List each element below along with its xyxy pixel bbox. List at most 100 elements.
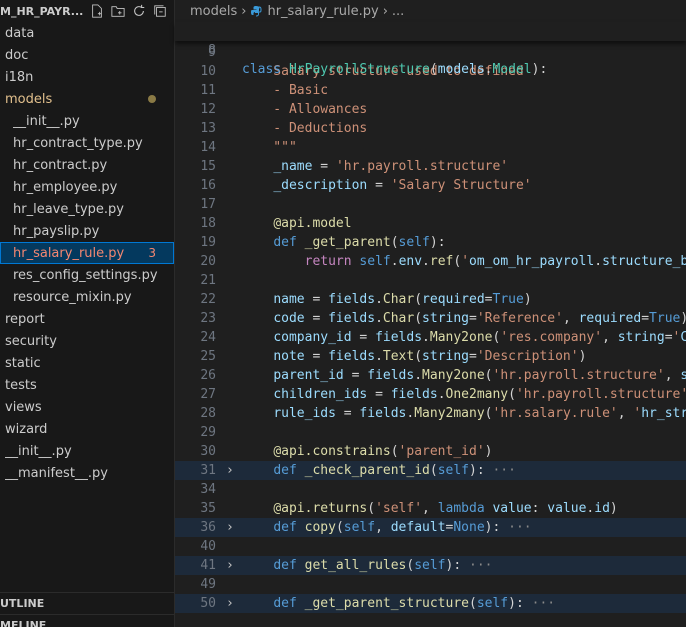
outline-section[interactable]: UTLINE (0, 592, 174, 614)
code-line[interactable]: 28 rule_ids = fields.Many2many('hr.salar… (175, 404, 686, 423)
new-file-icon[interactable] (88, 3, 105, 20)
line-number: 17 (200, 197, 216, 212)
code-line[interactable]: 35 @api.returns('self', lambda value: va… (175, 499, 686, 518)
code-line[interactable]: 41 › def get_all_rules(self): ··· (175, 556, 686, 575)
code-line[interactable]: 22 name = fields.Char(required=True) (175, 290, 686, 309)
collapse-all-icon[interactable] (151, 3, 168, 20)
code-line[interactable]: 26 parent_id = fields.Many2one('hr.payro… (175, 366, 686, 385)
tree-folder[interactable]: wizard (0, 418, 174, 440)
code-line[interactable]: 12 - Allowances (175, 100, 686, 119)
tree-folder[interactable]: data (0, 22, 174, 44)
timeline-section[interactable]: MELINE (0, 614, 174, 627)
tree-file[interactable]: hr_contract.py (0, 154, 174, 176)
code-text: - Deductions (242, 121, 368, 136)
line-number: 41 (200, 558, 216, 573)
breadcrumb-file[interactable]: hr_salary_rule.py (267, 4, 378, 19)
tree-file[interactable]: __init__.py (0, 110, 174, 132)
tree-folder[interactable]: i18n (0, 66, 174, 88)
explorer-title[interactable]: M_HR_PAYR... (0, 5, 88, 18)
folded-ellipsis[interactable]: ··· (485, 463, 516, 478)
line-number: 19 (200, 235, 216, 250)
tree-item-label: tests (5, 377, 37, 393)
tree-file[interactable]: resource_mixin.py (0, 286, 174, 308)
code-line[interactable]: 36 › def copy(self, default=None): ··· (175, 518, 686, 537)
tree-folder[interactable]: tests (0, 374, 174, 396)
tree-folder[interactable]: views (0, 396, 174, 418)
code-text: return self.env.ref('om_om_hr_payroll.st… (304, 254, 686, 269)
folded-ellipsis[interactable]: ··· (500, 520, 532, 535)
tree-file[interactable]: hr_salary_rule.py 3 (0, 242, 174, 264)
tree-item-label: __init__.py (13, 113, 80, 129)
tree-file[interactable]: hr_leave_type.py (0, 198, 174, 220)
code-text: def copy(self, default=None): ··· (273, 520, 532, 535)
line-number: 34 (200, 482, 216, 497)
tree-folder[interactable]: doc (0, 44, 174, 66)
tree-item-label: views (5, 399, 42, 415)
tree-file[interactable]: __init__.py (0, 440, 174, 462)
tree-item-label: static (5, 355, 41, 371)
code-text: rule_ids = fields.Many2many('hr.salary.r… (273, 406, 686, 421)
fold-chevron-icon[interactable]: › (226, 594, 238, 613)
breadcrumb: models › hr_salary_rule.py › ... (175, 0, 686, 22)
tree-item-label: i18n (5, 69, 34, 85)
code-line[interactable]: 17 (175, 195, 686, 214)
breadcrumb-folder[interactable]: models (190, 4, 237, 19)
code-line[interactable]: 50 › def _get_parent_structure(self): ··· (175, 594, 686, 613)
tree-file[interactable]: res_config_settings.py (0, 264, 174, 286)
tree-item-label: security (5, 333, 57, 349)
refresh-icon[interactable] (130, 3, 147, 20)
code-editor[interactable]: models › hr_salary_rule.py › ... 8 class… (175, 0, 686, 627)
code-line[interactable]: 16 _description = 'Salary Structure' (175, 176, 686, 195)
tree-item-label: models (5, 91, 53, 107)
tree-folder[interactable]: models (0, 88, 174, 110)
line-number: 24 (200, 330, 216, 345)
code-text: def _get_parent_structure(self): ··· (273, 596, 556, 611)
line-number: 31 (200, 463, 216, 478)
fold-chevron-icon[interactable]: › (226, 518, 238, 537)
line-number: 16 (200, 178, 216, 193)
tree-item-label: __manifest__.py (5, 465, 109, 481)
code-text: parent_id = fields.Many2one('hr.payroll.… (273, 368, 686, 383)
code-line[interactable]: 34 (175, 480, 686, 499)
code-line[interactable]: 21 (175, 271, 686, 290)
code-line[interactable]: 30 @api.constrains('parent_id') (175, 442, 686, 461)
line-number: 15 (200, 159, 216, 174)
code-line[interactable]: 24 company_id = fields.Many2one('res.com… (175, 328, 686, 347)
folded-ellipsis[interactable]: ··· (461, 558, 493, 573)
code-line[interactable]: 20 return self.env.ref('om_om_hr_payroll… (175, 252, 686, 271)
folded-ellipsis[interactable]: ··· (524, 596, 556, 611)
code-text: - Basic (242, 83, 329, 98)
code-line[interactable]: 18 @api.model (175, 214, 686, 233)
code-line[interactable]: 13 - Deductions (175, 119, 686, 138)
code-text: @api.model (273, 216, 352, 231)
code-line[interactable]: 14 """ (175, 138, 686, 157)
fold-chevron-icon[interactable]: › (226, 556, 238, 575)
code-line[interactable]: 49 (175, 575, 686, 594)
breadcrumb-more[interactable]: ... (392, 4, 404, 19)
code-line[interactable]: 23 code = fields.Char(string='Reference'… (175, 309, 686, 328)
tree-file[interactable]: hr_employee.py (0, 176, 174, 198)
tree-file[interactable]: hr_contract_type.py (0, 132, 174, 154)
tree-file[interactable]: hr_payslip.py (0, 220, 174, 242)
code-text: @api.constrains('parent_id') (273, 444, 493, 459)
code-line[interactable]: 31 › def _check_parent_id(self): ··· (175, 461, 686, 480)
code-line[interactable]: 25 note = fields.Text(string='Descriptio… (175, 347, 686, 366)
tree-folder[interactable]: report (0, 308, 174, 330)
code-line[interactable]: 29 (175, 423, 686, 442)
line-number: 13 (200, 121, 216, 136)
code-text: name = fields.Char(required=True) (273, 292, 532, 307)
tree-folder[interactable]: static (0, 352, 174, 374)
code-text: _name = 'hr.payroll.structure' (273, 159, 509, 174)
code-line[interactable]: 19 def _get_parent(self): (175, 233, 686, 252)
tree-folder[interactable]: security (0, 330, 174, 352)
code-line[interactable]: 27 children_ids = fields.One2many('hr.pa… (175, 385, 686, 404)
chevron-right-icon: › (382, 3, 388, 19)
tree-file[interactable]: __manifest__.py (0, 462, 174, 484)
fold-chevron-icon[interactable]: › (226, 461, 238, 480)
code-line[interactable]: 15 _name = 'hr.payroll.structure' (175, 157, 686, 176)
line-number: 30 (200, 444, 216, 459)
sticky-scroll-header[interactable]: 8 class HrPayrollStructure(models.Model)… (175, 22, 686, 77)
code-line[interactable]: 40 (175, 537, 686, 556)
code-line[interactable]: 11 - Basic (175, 81, 686, 100)
new-folder-icon[interactable] (109, 3, 126, 20)
